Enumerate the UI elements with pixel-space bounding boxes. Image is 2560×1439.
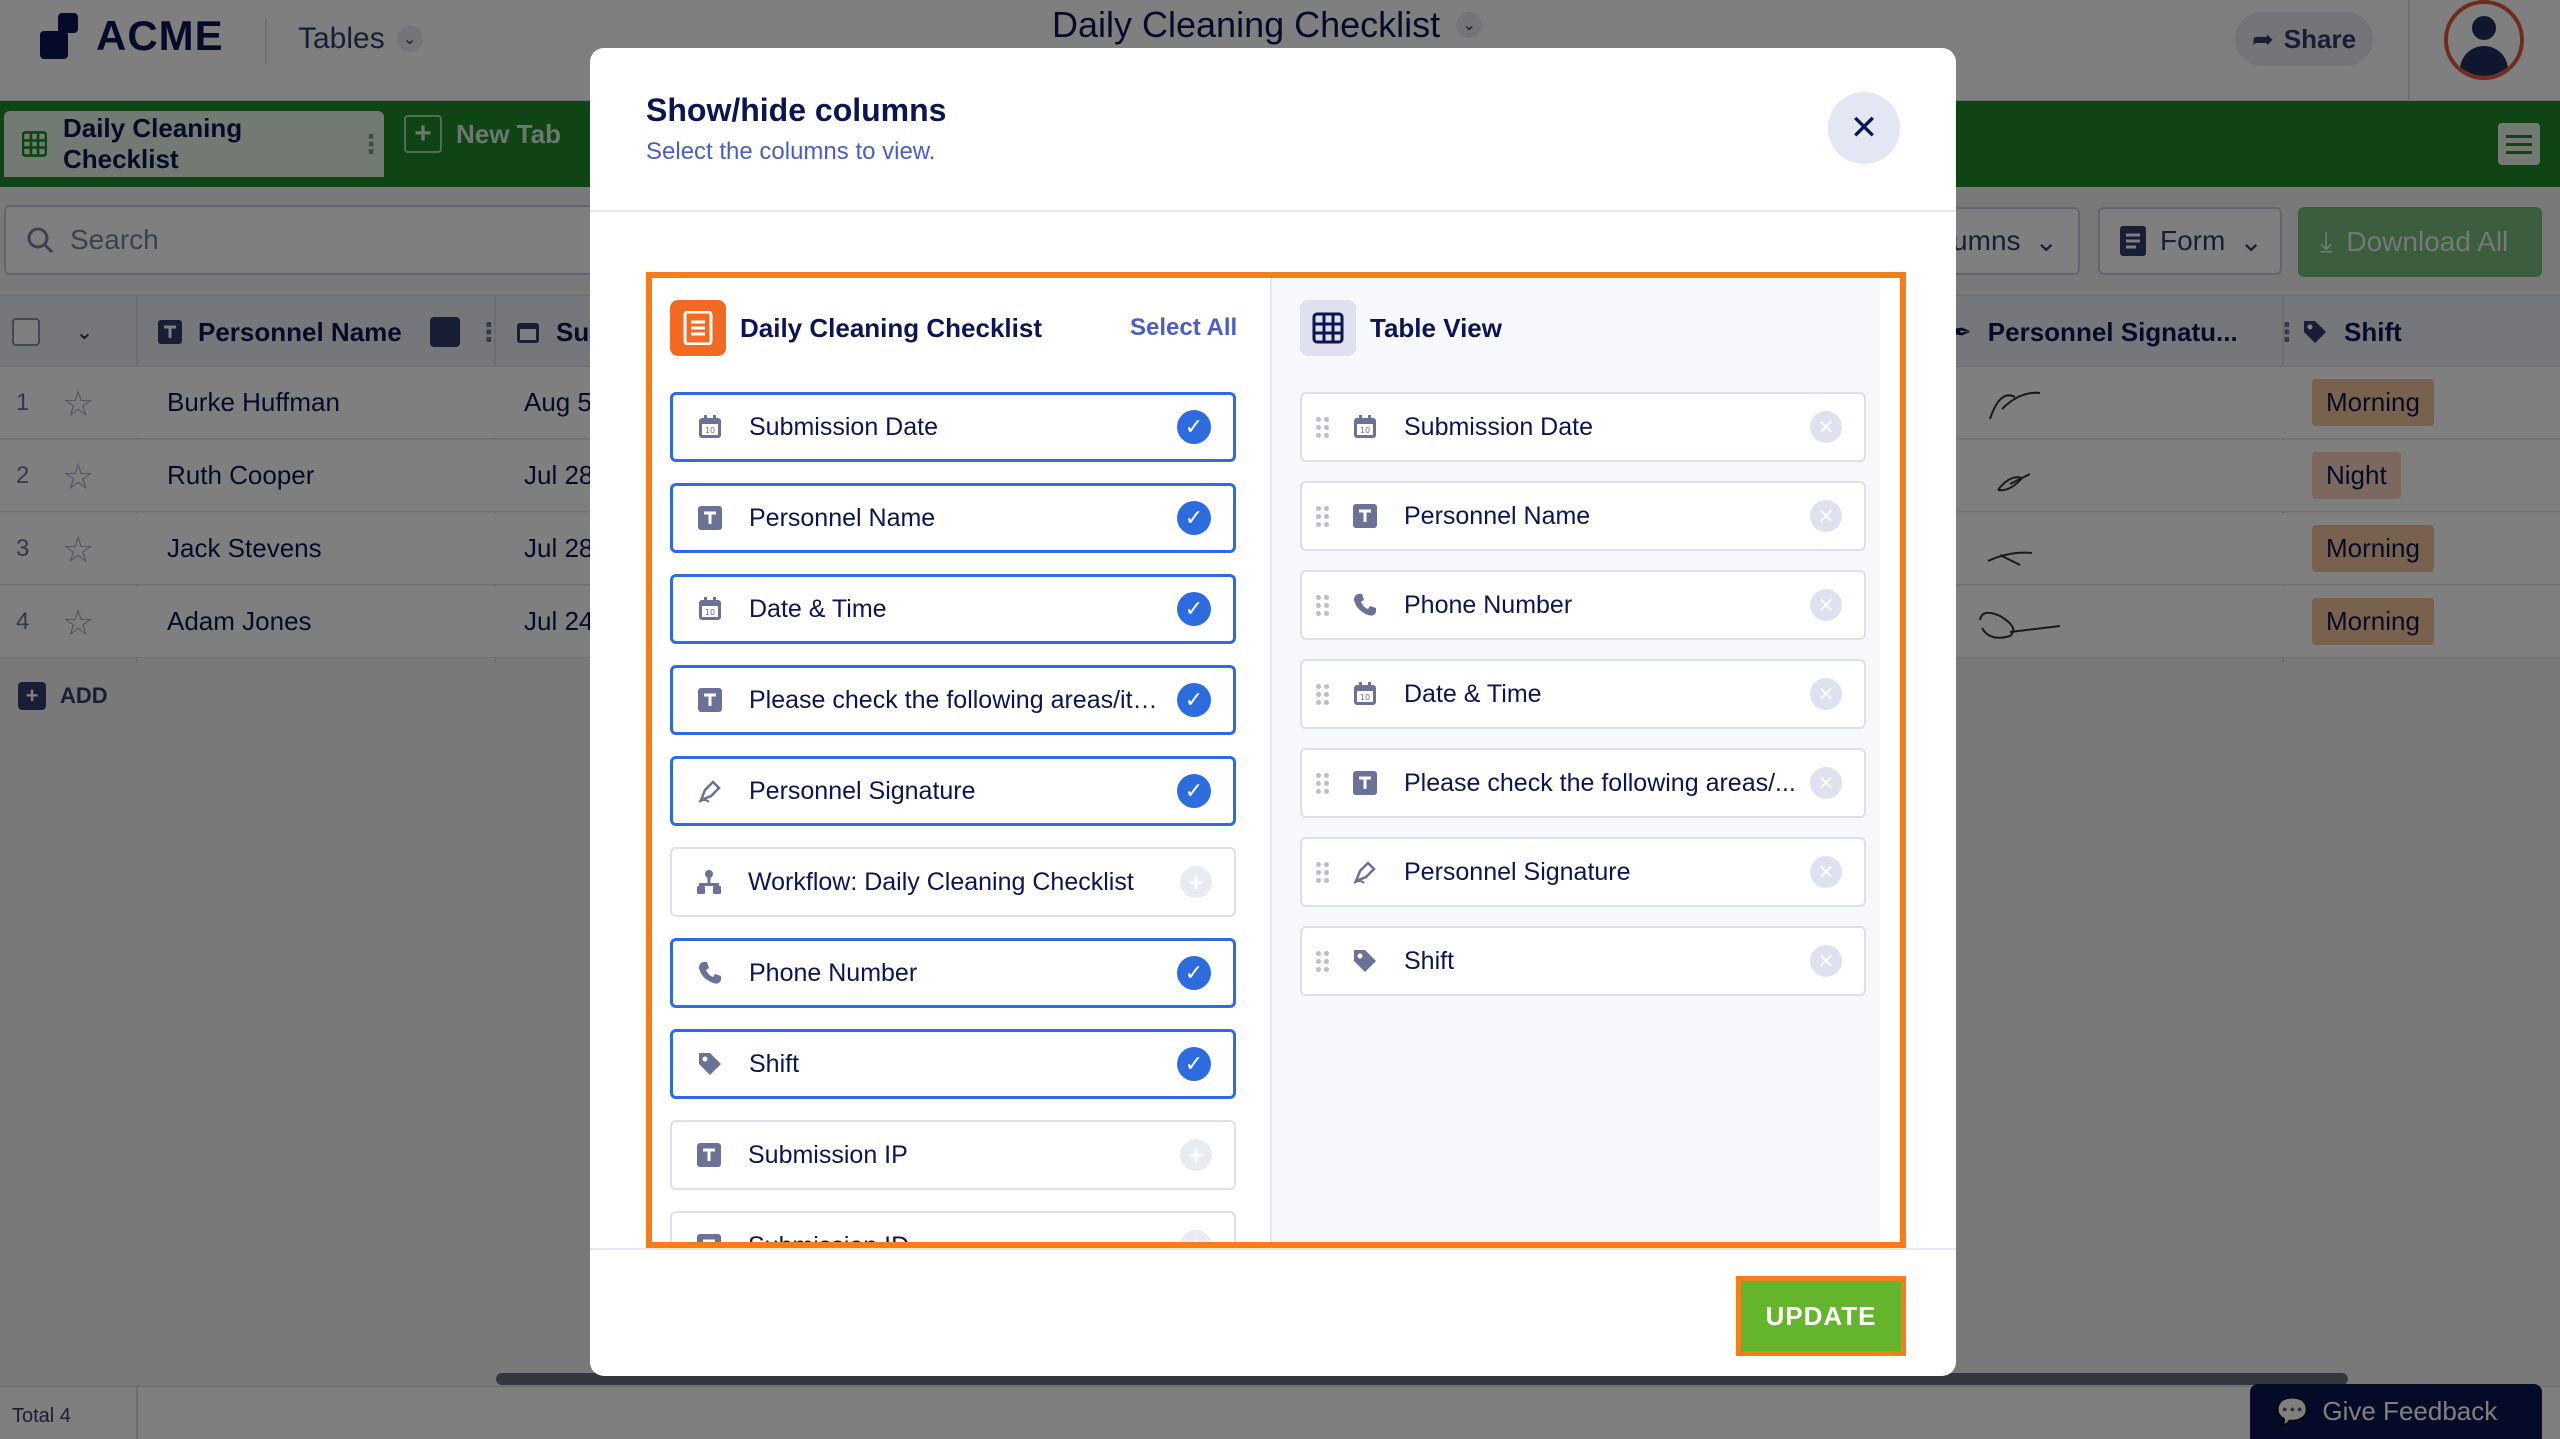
update-button-highlight: UPDATE (1736, 1276, 1906, 1356)
table-view-column[interactable]: 10 Date & Time ✕ (1300, 659, 1866, 729)
text-field-icon (694, 1140, 724, 1170)
column-option[interactable]: 10 Submission Date ✓ (670, 392, 1236, 462)
available-columns-list[interactable]: Daily Cleaning Checklist Select All 10 Su… (670, 278, 1244, 1242)
add-circle-icon[interactable]: + (1180, 866, 1212, 898)
column-option[interactable]: Submission ID+ (670, 1211, 1236, 1242)
remove-circle-icon[interactable]: ✕ (1810, 500, 1842, 532)
checkmark-icon[interactable]: ✓ (1177, 501, 1211, 535)
column-option[interactable]: Submission IP + (670, 1120, 1236, 1190)
remove-circle-icon[interactable]: ✕ (1810, 678, 1842, 710)
table-view-column-label: Date & Time (1404, 679, 1542, 708)
text-field-icon (694, 1231, 724, 1242)
table-view-column-label: Phone Number (1404, 590, 1573, 619)
remove-circle-icon[interactable]: ✕ (1810, 945, 1842, 977)
checkmark-icon[interactable]: ✓ (1177, 592, 1211, 626)
remove-circle-icon[interactable]: ✕ (1810, 856, 1842, 888)
column-option-label: Submission ID (748, 1232, 1180, 1243)
table-view-columns-list[interactable]: Table View 10 Submission Date ✕ Personnel N… (1270, 278, 1880, 1242)
add-circle-icon[interactable]: + (1180, 1230, 1212, 1242)
available-columns-header: Daily Cleaning Checklist (670, 298, 1042, 358)
table-view-title: Table View (1370, 312, 1502, 343)
modal-title: Show/hide columns (646, 92, 947, 128)
column-option[interactable]: Workflow: Daily Cleaning Checklist + (670, 847, 1236, 917)
workflow-icon (694, 867, 724, 897)
table-view-column[interactable]: Phone Number ✕ (1300, 570, 1866, 640)
column-option-label: Personnel Signature (749, 776, 976, 805)
column-option-label: Workflow: Daily Cleaning Checklist (748, 867, 1134, 896)
column-option[interactable]: Phone Number ✓ (670, 938, 1236, 1008)
text-field-icon (695, 685, 725, 715)
remove-circle-icon[interactable]: ✕ (1810, 767, 1842, 799)
calendar-icon: 10 (1350, 412, 1380, 442)
calendar-icon: 10 (695, 594, 725, 624)
close-icon: ✕ (1849, 109, 1879, 147)
show-hide-columns-modal: Show/hide columns Select the columns to … (590, 48, 1956, 1376)
signature-pen-icon (695, 776, 725, 806)
column-option-label: Phone Number (749, 958, 918, 987)
remove-circle-icon[interactable]: ✕ (1810, 411, 1842, 443)
checkmark-icon[interactable]: ✓ (1177, 1047, 1211, 1081)
calendar-icon: 10 (695, 412, 725, 442)
drag-handle-icon[interactable] (1316, 505, 1334, 527)
column-option[interactable]: Personnel Signature ✓ (670, 756, 1236, 826)
table-view-column[interactable]: 10 Submission Date ✕ (1300, 392, 1866, 462)
phone-icon (1350, 590, 1380, 620)
column-option-label: Submission Date (749, 412, 938, 441)
table-view-column-label: Personnel Signature (1404, 857, 1631, 886)
svg-text:10: 10 (1360, 426, 1370, 435)
table-view-column-label: Shift (1404, 946, 1455, 975)
svg-text:10: 10 (705, 426, 715, 435)
form-icon (670, 300, 726, 356)
drag-handle-icon[interactable] (1316, 594, 1334, 616)
table-view-column-label: Please check the following areas/... (1404, 768, 1796, 797)
close-button[interactable]: ✕ (1828, 92, 1900, 164)
add-circle-icon[interactable]: + (1180, 1139, 1212, 1171)
text-field-icon (695, 503, 725, 533)
svg-text:10: 10 (705, 608, 715, 617)
table-view-column[interactable]: Personnel Signature ✕ (1300, 837, 1866, 907)
remove-circle-icon[interactable]: ✕ (1810, 589, 1842, 621)
modal-subtitle: Select the columns to view. (646, 138, 936, 165)
table-grid-icon (1300, 300, 1356, 356)
tag-icon (695, 1049, 725, 1079)
svg-text:10: 10 (1360, 693, 1370, 702)
drag-handle-icon[interactable] (1316, 416, 1334, 438)
column-option[interactable]: 10 Date & Time ✓ (670, 574, 1236, 644)
drag-handle-icon[interactable] (1316, 683, 1334, 705)
checkmark-icon[interactable]: ✓ (1177, 410, 1211, 444)
calendar-icon: 10 (1350, 679, 1380, 709)
column-option-label: Personnel Name (749, 503, 936, 532)
tag-icon (1350, 946, 1380, 976)
phone-icon (695, 958, 725, 988)
checkmark-icon[interactable]: ✓ (1177, 956, 1211, 990)
drag-handle-icon[interactable] (1316, 861, 1334, 883)
column-option[interactable]: Shift ✓ (670, 1029, 1236, 1099)
modal-footer: UPDATE (590, 1248, 1956, 1376)
update-button[interactable]: UPDATE (1741, 1281, 1901, 1351)
column-option[interactable]: Please check the following areas/ite... ✓ (670, 665, 1236, 735)
column-option-label: Please check the following areas/ite... (749, 685, 1168, 714)
table-view-column[interactable]: Personnel Name ✕ (1300, 481, 1866, 551)
table-view-header: Table View (1300, 298, 1502, 358)
table-view-column[interactable]: Please check the following areas/... ✕ (1300, 748, 1866, 818)
column-option[interactable]: Personnel Name ✓ (670, 483, 1236, 553)
column-option-label: Shift (749, 1049, 800, 1078)
modal-header: Show/hide columns Select the columns to … (590, 48, 1956, 212)
column-option-label: Date & Time (749, 594, 887, 623)
checkmark-icon[interactable]: ✓ (1177, 774, 1211, 808)
column-option-label: Submission IP (748, 1140, 908, 1169)
drag-handle-icon[interactable] (1316, 772, 1334, 794)
select-all-link[interactable]: Select All (1130, 314, 1237, 342)
table-view-column[interactable]: Shift ✕ (1300, 926, 1866, 996)
columns-panel: Daily Cleaning Checklist Select All 10 Su… (646, 272, 1906, 1248)
signature-pen-icon (1350, 857, 1380, 887)
table-view-column-label: Submission Date (1404, 412, 1593, 441)
text-field-icon (1350, 501, 1380, 531)
text-field-icon (1350, 768, 1380, 798)
table-view-column-label: Personnel Name (1404, 501, 1591, 530)
checkmark-icon[interactable]: ✓ (1177, 683, 1211, 717)
drag-handle-icon[interactable] (1316, 950, 1334, 972)
available-columns-title: Daily Cleaning Checklist (740, 312, 1042, 343)
